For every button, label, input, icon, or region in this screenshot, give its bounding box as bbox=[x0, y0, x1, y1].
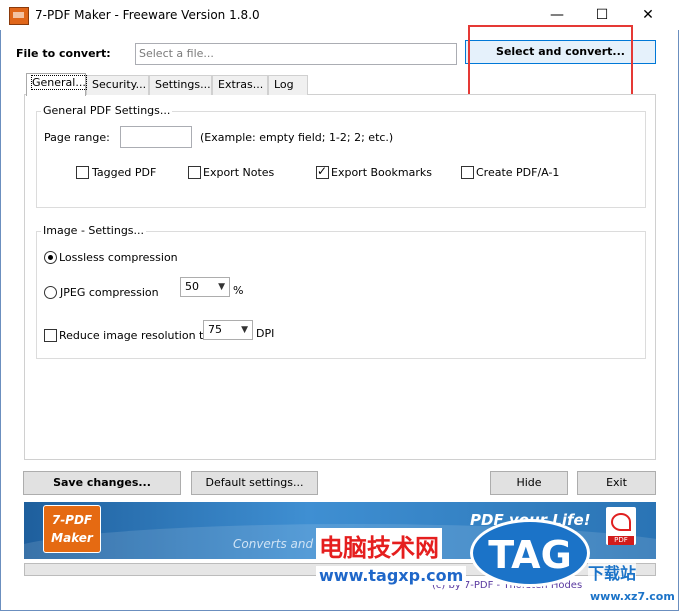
tagged-pdf-label: Tagged PDF bbox=[92, 166, 157, 179]
file-path-input[interactable]: Select a file... bbox=[135, 43, 457, 65]
7pdf-maker-logo: 7-PDF Maker bbox=[43, 505, 101, 553]
image-settings-title: Image - Settings... bbox=[41, 224, 147, 237]
save-changes-button[interactable]: Save changes... bbox=[23, 471, 181, 495]
pdf-icon-label: PDF bbox=[608, 536, 634, 545]
watermark-chinese-text: 电脑技术网 bbox=[316, 528, 442, 563]
chevron-down-icon: ▼ bbox=[241, 325, 248, 335]
watermark-tag-logo: TAG bbox=[470, 519, 590, 587]
lossless-compression-label: Lossless compression bbox=[59, 251, 178, 264]
banner-subslogan: Converts and bbox=[233, 537, 314, 551]
page-range-input[interactable] bbox=[120, 126, 192, 148]
jpeg-quality-value: 50 bbox=[185, 280, 199, 293]
close-button[interactable]: ✕ bbox=[628, 4, 668, 26]
export-bookmarks-checkbox[interactable] bbox=[316, 164, 329, 179]
tab-settings[interactable]: Settings... bbox=[149, 75, 212, 95]
dpi-select[interactable]: 75 ▼ bbox=[203, 320, 253, 340]
select-and-convert-button[interactable]: Select and convert... bbox=[465, 40, 656, 64]
tab-general-label: General... bbox=[31, 75, 87, 90]
file-to-convert-label: File to convert: bbox=[16, 47, 111, 60]
general-pdf-settings-title: General PDF Settings... bbox=[41, 104, 173, 117]
jpeg-quality-select[interactable]: 50 ▼ bbox=[180, 277, 230, 297]
jpeg-unit: % bbox=[233, 284, 244, 297]
dpi-value: 75 bbox=[208, 323, 222, 336]
lossless-compression-radio[interactable] bbox=[44, 251, 57, 264]
window-title: 7-PDF Maker - Freeware Version 1.8.0 bbox=[35, 8, 260, 22]
create-pdfa-checkbox[interactable] bbox=[461, 166, 474, 179]
export-notes-label: Export Notes bbox=[203, 166, 275, 179]
logo-line1: 7-PDF bbox=[51, 513, 93, 527]
app-logo-icon bbox=[9, 7, 29, 25]
watermark-side-url: www.xz7.com bbox=[590, 590, 675, 603]
create-pdfa-label: Create PDF/A-1 bbox=[476, 166, 560, 179]
file-path-placeholder: Select a file... bbox=[139, 47, 214, 60]
jpeg-compression-radio[interactable] bbox=[44, 286, 57, 299]
watermark-url: www.tagxp.com bbox=[316, 566, 467, 585]
logo-line2: Maker bbox=[51, 531, 93, 545]
default-settings-button[interactable]: Default settings... bbox=[191, 471, 318, 495]
chevron-down-icon: ▼ bbox=[218, 282, 225, 292]
export-notes-checkbox[interactable] bbox=[188, 166, 201, 179]
watermark-side-text: 下载站 bbox=[588, 560, 637, 584]
tab-extras[interactable]: Extras... bbox=[212, 75, 268, 95]
tagged-pdf-checkbox[interactable] bbox=[76, 166, 89, 179]
tab-security[interactable]: Security... bbox=[86, 75, 149, 95]
exit-button[interactable]: Exit bbox=[577, 471, 656, 495]
reduce-resolution-checkbox[interactable] bbox=[44, 329, 57, 342]
page-range-hint: (Example: empty field; 1-2; 2; etc.) bbox=[200, 131, 394, 144]
hide-button[interactable]: Hide bbox=[490, 471, 568, 495]
reduce-resolution-label: Reduce image resolution to bbox=[59, 329, 211, 342]
maximize-button[interactable]: ☐ bbox=[582, 4, 622, 26]
jpeg-compression-label: JPEG compression bbox=[60, 286, 159, 299]
title-bar: 7-PDF Maker - Freeware Version 1.8.0 — ☐… bbox=[0, 0, 679, 30]
minimize-button[interactable]: — bbox=[537, 4, 577, 26]
tab-log[interactable]: Log bbox=[268, 75, 308, 95]
page-range-label: Page range: bbox=[44, 131, 110, 144]
dpi-unit: DPI bbox=[256, 327, 275, 340]
export-bookmarks-label: Export Bookmarks bbox=[331, 166, 432, 179]
tab-general[interactable]: General... bbox=[26, 73, 87, 96]
